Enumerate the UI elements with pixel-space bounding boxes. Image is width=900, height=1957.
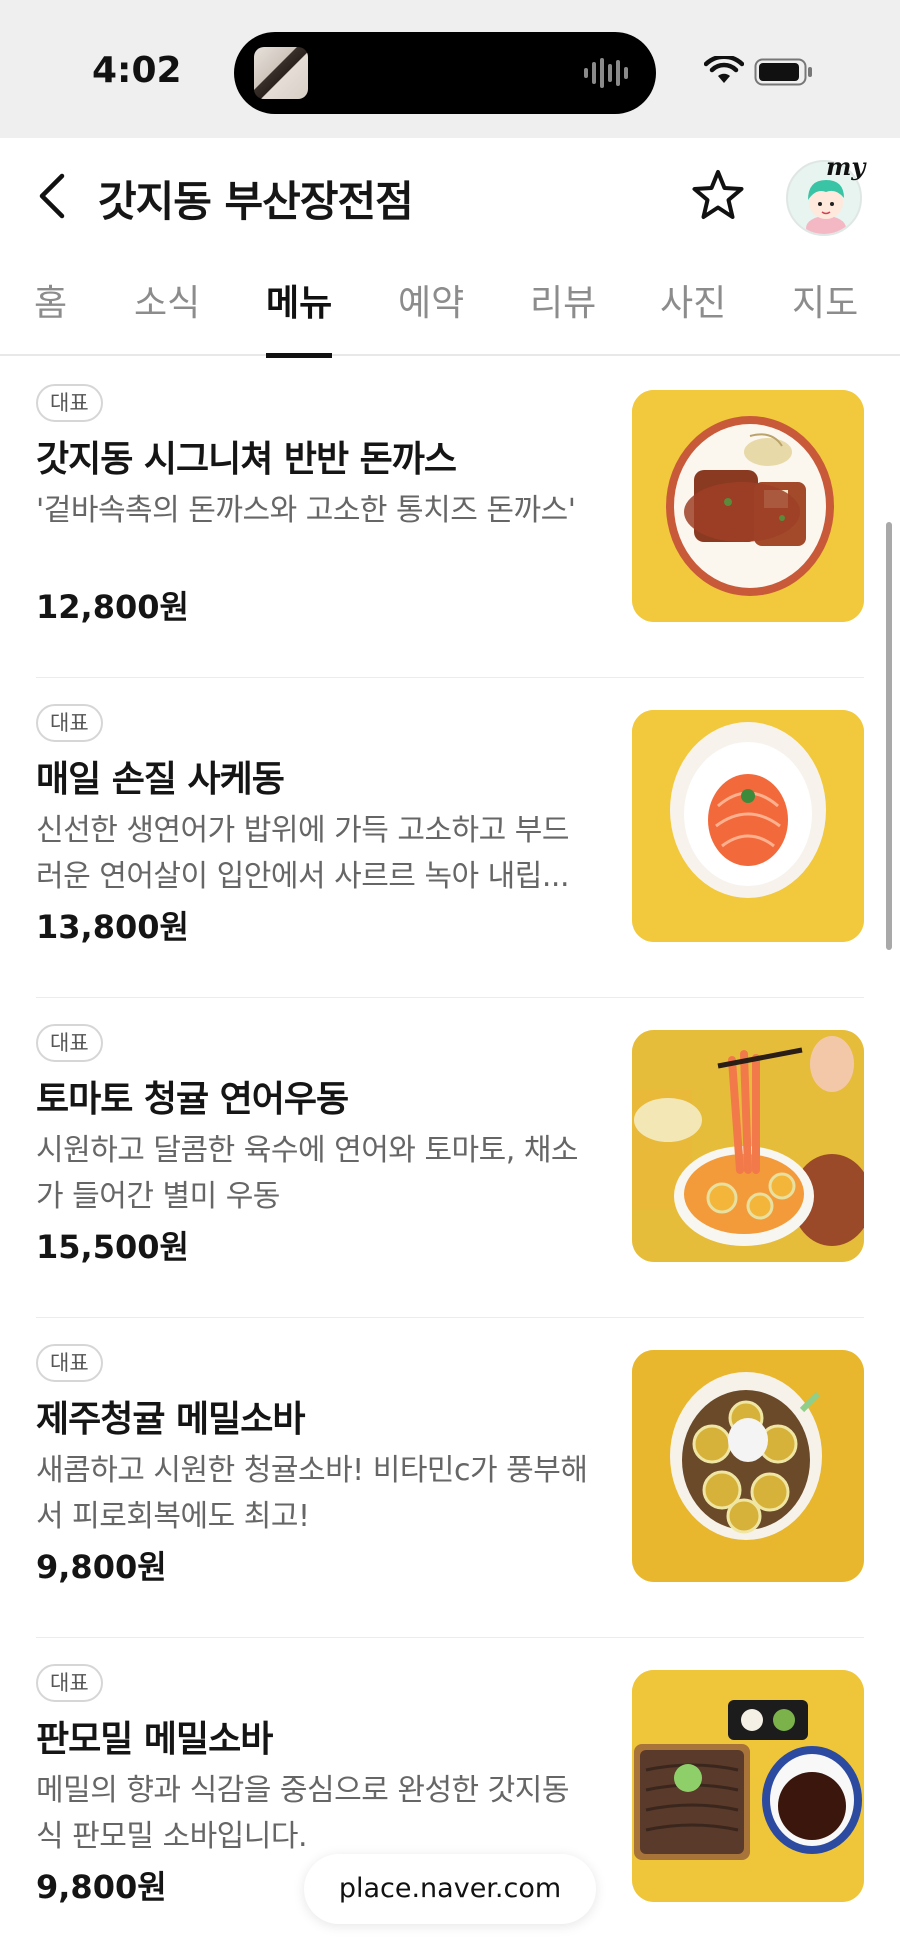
representative-badge: 대표 <box>36 1344 103 1382</box>
menu-item-description: 메밀의 향과 식감을 중심으로 완성한 갓지동식 판모밀 소바입니다. <box>36 1773 569 1854</box>
menu-item-name: 갓지동 시그니쳐 반반 돈까스 <box>36 439 457 480</box>
menu-item-price: 12,800원 <box>36 588 189 626</box>
representative-badge: 대표 <box>36 704 103 742</box>
representative-badge: 대표 <box>36 384 103 422</box>
audio-waveform-icon <box>584 58 632 88</box>
status-bar: 4:02 <box>0 0 900 138</box>
wifi-icon <box>704 56 744 83</box>
page-title: 갓지동 부산장전점 <box>98 177 414 226</box>
representative-badge: 대표 <box>36 1664 103 1702</box>
tab-review[interactable]: 리뷰 <box>530 274 596 356</box>
menu-item-name: 제주청귤 메밀소바 <box>36 1399 305 1440</box>
tab-bar: 홈 소식 메뉴 예약 리뷰 사진 지도 <box>0 256 900 358</box>
tab-news[interactable]: 소식 <box>134 274 200 356</box>
menu-item-description: '겉바속촉의 돈까스와 고소한 통치즈 돈까스' <box>36 493 576 528</box>
menu-item[interactable]: 대표 토마토 청귤 연어우동 시원하고 달콤한 육수에 연어와 토마토, 채소가… <box>36 998 864 1318</box>
menu-item-price: 9,800원 <box>36 1548 167 1586</box>
header: 갓지동 부산장전점 my <box>0 138 900 256</box>
menu-item[interactable]: 대표 갓지동 시그니쳐 반반 돈까스 '겉바속촉의 돈까스와 고소한 통치즈 돈… <box>36 358 864 678</box>
menu-item-photo[interactable] <box>632 710 864 942</box>
dynamic-island[interactable] <box>234 32 656 114</box>
star-icon[interactable] <box>688 166 748 226</box>
tab-menu[interactable]: 메뉴 <box>266 274 333 358</box>
menu-item-description: 신선한 생연어가 밥위에 가득 고소하고 부드러운 연어살이 입안에서 사르르 … <box>36 813 570 894</box>
now-playing-album-art <box>254 47 308 99</box>
scrollbar[interactable] <box>886 522 892 950</box>
tab-map[interactable]: 지도 <box>792 274 858 356</box>
menu-item-photo[interactable] <box>632 1030 864 1262</box>
menu-item-name: 판모밀 메밀소바 <box>36 1719 273 1760</box>
url-bar[interactable]: place.naver.com <box>304 1854 596 1924</box>
menu-item-photo[interactable] <box>632 390 864 622</box>
menu-item-price: 13,800원 <box>36 908 189 946</box>
tab-home[interactable]: 홈 <box>34 274 67 356</box>
menu-item-description: 새콤하고 시원한 청귤소바! 비타민c가 풍부해서 피로회복에도 최고! <box>36 1453 588 1534</box>
menu-item-name: 매일 손질 사케동 <box>36 759 285 800</box>
back-arrow-icon[interactable] <box>30 168 74 224</box>
menu-item-price: 15,500원 <box>36 1228 189 1266</box>
avatar-my-label: my <box>826 152 866 181</box>
menu-item-price: 9,800원 <box>36 1868 167 1906</box>
menu-item-name: 토마토 청귤 연어우동 <box>36 1079 349 1120</box>
representative-badge: 대표 <box>36 1024 103 1062</box>
status-time: 4:02 <box>92 50 182 91</box>
menu-item-photo[interactable] <box>632 1350 864 1582</box>
tab-reservation[interactable]: 예약 <box>398 274 464 356</box>
menu-item[interactable]: 대표 제주청귤 메밀소바 새콤하고 시원한 청귤소바! 비타민c가 풍부해서 피… <box>36 1318 864 1638</box>
battery-icon <box>754 58 812 86</box>
menu-item[interactable]: 대표 매일 손질 사케동 신선한 생연어가 밥위에 가득 고소하고 부드러운 연… <box>36 678 864 998</box>
tab-photos[interactable]: 사진 <box>660 274 726 356</box>
menu-item-photo[interactable] <box>632 1670 864 1902</box>
menu-item-description: 시원하고 달콤한 육수에 연어와 토마토, 채소가 들어간 별미 우동 <box>36 1133 579 1214</box>
